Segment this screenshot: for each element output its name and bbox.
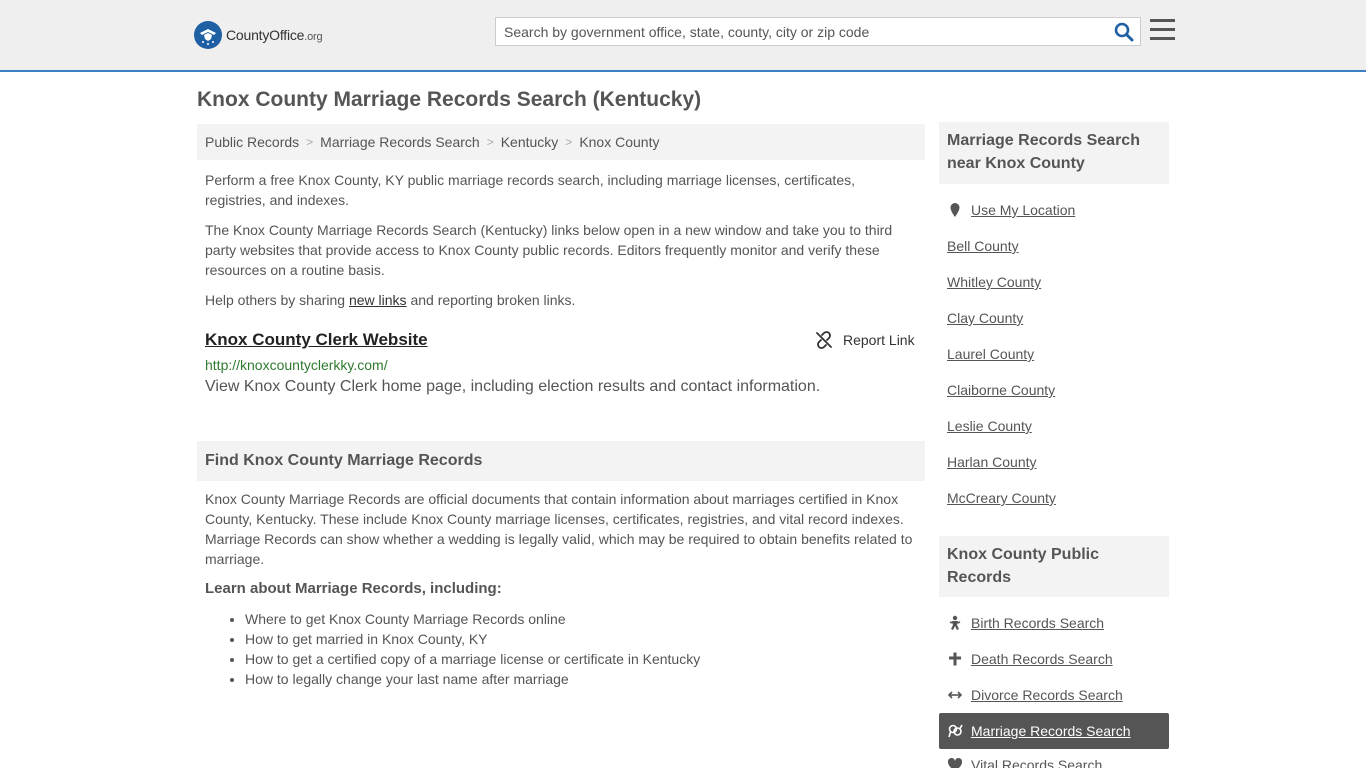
list-item: Where to get Knox County Marriage Record…: [245, 609, 700, 629]
vital-records-search-link[interactable]: Vital Records Search: [947, 755, 1102, 768]
nearby-leslie-county[interactable]: Leslie County: [947, 416, 1032, 436]
list-item: How to get a certified copy of a marriag…: [245, 649, 700, 669]
breadcrumb-marriage-records-search[interactable]: Marriage Records Search: [320, 134, 480, 150]
public-records-heading: Knox County Public Records: [939, 536, 1169, 597]
marriage-icon: [948, 724, 963, 738]
nearby-clay-county[interactable]: Clay County: [947, 308, 1023, 328]
map-pin-icon: [950, 203, 960, 217]
nearby-laurel-county[interactable]: Laurel County: [947, 344, 1034, 364]
list-item: How to legally change your last name aft…: [245, 669, 700, 689]
search-box: [495, 17, 1141, 46]
search-icon[interactable]: [1114, 22, 1134, 42]
page-title: Knox County Marriage Records Search (Ken…: [197, 88, 702, 111]
intro-paragraph-3: Help others by sharing new links and rep…: [205, 292, 576, 308]
logo-seal-icon: [194, 21, 222, 49]
breadcrumb-kentucky[interactable]: Kentucky: [501, 134, 559, 150]
resource-url: http://knoxcountyclerkky.com/: [205, 357, 388, 373]
site-logo[interactable]: CountyOffice.org: [194, 20, 323, 50]
cross-icon: [949, 652, 961, 666]
hamburger-menu-icon[interactable]: [1150, 19, 1175, 41]
nearby-heading: Marriage Records Search near Knox County: [939, 122, 1169, 184]
breadcrumb-public-records[interactable]: Public Records: [205, 134, 299, 150]
nearby-mccreary-county[interactable]: McCreary County: [947, 488, 1056, 508]
report-link-label: Report Link: [843, 332, 915, 348]
resource-title-link[interactable]: Knox County Clerk Website: [205, 330, 428, 350]
nearby-claiborne-county[interactable]: Claiborne County: [947, 380, 1055, 400]
death-records-search-link[interactable]: Death Records Search: [947, 649, 1113, 669]
divorce-records-search-link[interactable]: Divorce Records Search: [947, 685, 1123, 705]
marriage-records-search-link[interactable]: Marriage Records Search: [939, 713, 1169, 749]
heart-icon: [947, 758, 963, 768]
find-records-heading: Find Knox County Marriage Records: [197, 441, 925, 481]
arrows-icon: [947, 691, 963, 699]
breadcrumb-knox-county[interactable]: Knox County: [579, 134, 659, 150]
intro-paragraph-1: Perform a free Knox County, KY public ma…: [205, 172, 855, 208]
logo-main-text: CountyOffice: [226, 27, 305, 43]
nearby-whitley-county[interactable]: Whitley County: [947, 272, 1041, 292]
chevron-right-icon: >: [565, 135, 573, 149]
resource-description: View Knox County Clerk home page, includ…: [205, 378, 821, 395]
nearby-bell-county[interactable]: Bell County: [947, 236, 1019, 256]
breadcrumb: Public Records > Marriage Records Search…: [197, 124, 925, 160]
chevron-right-icon: >: [306, 135, 314, 149]
chevron-right-icon: >: [486, 135, 494, 149]
list-item: How to get married in Knox County, KY: [245, 629, 700, 649]
report-link-button[interactable]: Report Link: [815, 331, 915, 349]
site-header: CountyOffice.org: [0, 0, 1366, 72]
birth-records-search-link[interactable]: Birth Records Search: [947, 613, 1104, 633]
nearby-harlan-county[interactable]: Harlan County: [947, 452, 1037, 472]
learn-heading: Learn about Marriage Records, including:: [205, 580, 502, 597]
new-links-link[interactable]: new links: [349, 292, 407, 308]
baby-icon: [949, 615, 961, 630]
find-records-body: Knox County Marriage Records are officia…: [205, 491, 913, 567]
logo-suffix-text: .org: [304, 31, 323, 43]
search-input[interactable]: [496, 18, 1106, 45]
broken-link-icon: [816, 331, 832, 349]
learn-list: Where to get Knox County Marriage Record…: [245, 609, 700, 689]
intro-paragraph-2: The Knox County Marriage Records Search …: [205, 222, 893, 278]
use-my-location-link[interactable]: Use My Location: [947, 200, 1075, 220]
